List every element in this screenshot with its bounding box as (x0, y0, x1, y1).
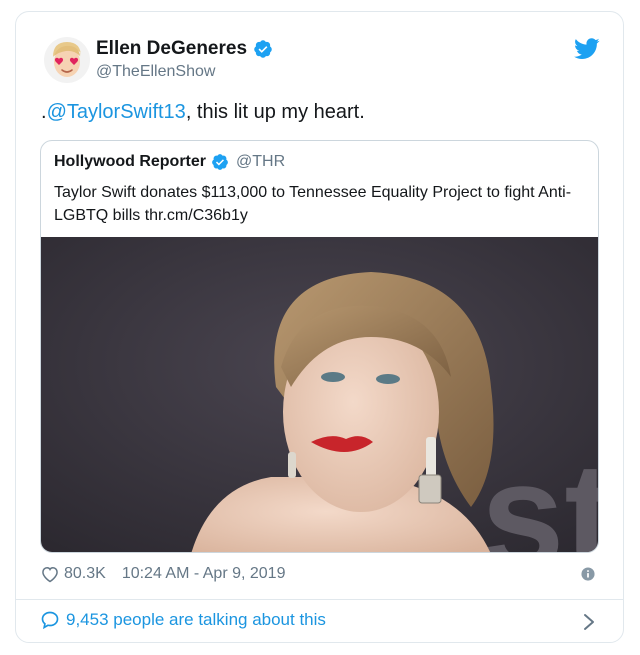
avatar[interactable] (44, 37, 90, 83)
speech-bubble-icon (41, 611, 59, 630)
quoted-photo[interactable]: st (41, 237, 599, 553)
conversation-link[interactable]: 9,453 people are talking about this (40, 610, 326, 630)
avatar-emoji-icon (44, 37, 90, 83)
twitter-bird-icon[interactable] (574, 38, 600, 60)
tweet-card: Ellen DeGeneres @TheEllenShow .@TaylorSw… (15, 11, 624, 643)
quoted-header: Hollywood Reporter @THR (54, 153, 285, 171)
chevron-right-icon[interactable] (583, 613, 595, 631)
mention-link[interactable]: @TaylorSwift13 (47, 101, 186, 123)
divider (16, 599, 623, 600)
tweet-body: , this lit up my heart. (185, 101, 365, 123)
timestamp[interactable]: 10:24 AM - Apr 9, 2019 (122, 565, 286, 583)
verified-badge-icon (254, 40, 272, 58)
verified-badge-icon (212, 154, 228, 170)
like-count[interactable]: 80.3K (64, 565, 106, 583)
conversation-text[interactable]: 9,453 people are talking about this (66, 610, 326, 630)
author-name-row: Ellen DeGeneres (96, 38, 273, 60)
tweet-meta: 80.3K 10:24 AM - Apr 9, 2019 (40, 564, 285, 584)
author-handle[interactable]: @TheEllenShow (96, 63, 215, 81)
quoted-author-name[interactable]: Hollywood Reporter (54, 153, 206, 171)
quoted-tweet[interactable]: Hollywood Reporter @THR Taylor Swift don… (40, 140, 599, 553)
heart-icon[interactable] (40, 564, 60, 584)
info-icon[interactable] (581, 567, 595, 581)
author-name[interactable]: Ellen DeGeneres (96, 38, 247, 60)
quoted-text: Taylor Swift donates $113,000 to Tenness… (54, 184, 572, 224)
quoted-author-handle[interactable]: @THR (236, 153, 285, 171)
tweet-text: .@TaylorSwift13, this lit up my heart. (41, 101, 365, 124)
svg-text:st: st (481, 431, 599, 553)
